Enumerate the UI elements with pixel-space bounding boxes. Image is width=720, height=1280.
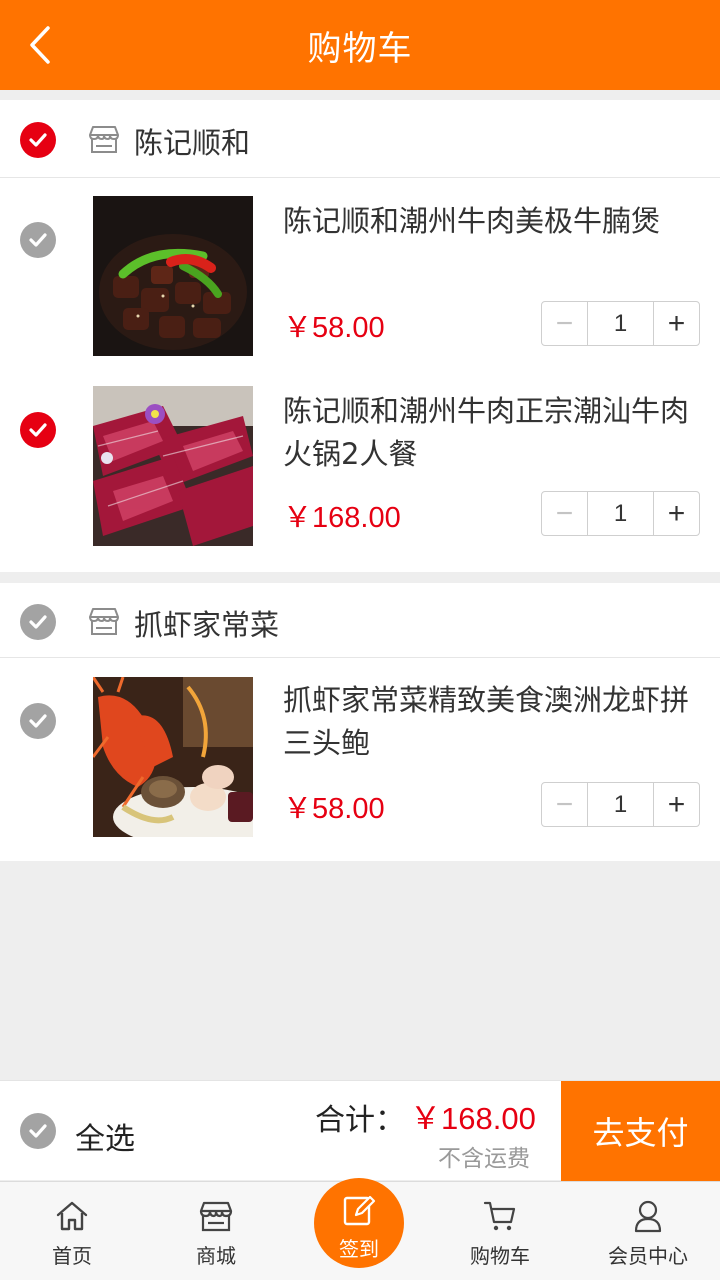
edit-icon [343, 1195, 376, 1226]
product-name[interactable]: 陈记顺和潮州牛肉美极牛腩煲 [283, 200, 693, 243]
item-select-checkbox[interactable] [20, 703, 56, 739]
tab-checkin[interactable]: 签到 [314, 1178, 404, 1268]
product-image-beef-stew[interactable] [93, 196, 253, 356]
check-icon [29, 133, 47, 147]
cart-item: 抓虾家常菜精致美食澳洲龙虾拼三头鲍 ￥58.00 − 1 + [0, 677, 720, 867]
quantity-stepper: − 1 + [541, 491, 700, 536]
user-icon [634, 1200, 662, 1233]
shipping-note: 不含运费 [438, 1146, 530, 1172]
checkout-bar: 全选 合计： ￥168.00 不含运费 去支付 [0, 1080, 720, 1181]
tab-home[interactable]: 首页 [0, 1182, 144, 1280]
quantity-stepper: − 1 + [541, 782, 700, 827]
select-all-checkbox[interactable] [20, 1113, 56, 1149]
shop-name: 陈记顺和 [134, 126, 251, 160]
total-amount: ￥168.00 [410, 1101, 536, 1136]
quantity-value[interactable]: 1 [588, 783, 653, 826]
tab-member[interactable]: 会员中心 [576, 1182, 720, 1280]
increase-button[interactable]: + [653, 783, 699, 826]
bottom-tab-bar: 首页 商城 签到 购物车 会员中心 [0, 1178, 720, 1280]
quantity-stepper: − 1 + [541, 301, 700, 346]
home-icon [56, 1201, 88, 1231]
cart-item: 陈记顺和潮州牛肉美极牛腩煲 ￥58.00 − 1 + [0, 196, 720, 386]
decrease-button[interactable]: − [542, 302, 588, 345]
cart-icon [483, 1201, 516, 1231]
quantity-value[interactable]: 1 [588, 492, 653, 535]
tab-cart[interactable]: 购物车 [428, 1182, 572, 1280]
tab-label: 购物车 [470, 1244, 530, 1268]
product-price: ￥58.00 [283, 793, 385, 825]
check-icon [29, 1124, 47, 1138]
shop-group-chenji: 陈记顺和 陈记顺和潮州牛肉美极牛腩煲 ￥58.00 − 1 + 陈记顺和潮州牛肉… [0, 100, 720, 572]
pay-button[interactable]: 去支付 [561, 1081, 720, 1181]
shop-group-zhuaxia: 抓虾家常菜 抓虾家常菜精致美食澳洲龙虾拼三头鲍 ￥58.00 − 1 + [0, 583, 720, 861]
tab-mall[interactable]: 商城 [144, 1182, 288, 1280]
shop-header: 陈记顺和 [0, 100, 720, 178]
tab-label: 首页 [52, 1244, 92, 1268]
product-name[interactable]: 陈记顺和潮州牛肉正宗潮汕牛肉火锅2人餐 [283, 390, 693, 476]
tab-label: 商城 [196, 1244, 236, 1268]
decrease-button[interactable]: − [542, 492, 588, 535]
quantity-value[interactable]: 1 [588, 302, 653, 345]
total-label: 合计： [315, 1103, 405, 1138]
item-select-checkbox[interactable] [20, 222, 56, 258]
select-all-label[interactable]: 全选 [75, 1114, 135, 1158]
tab-label: 签到 [339, 1237, 379, 1261]
product-image-lobster-abalone[interactable] [93, 677, 253, 837]
tab-label: 会员中心 [608, 1244, 688, 1268]
product-price: ￥58.00 [283, 312, 385, 344]
product-image-hotpot-beef[interactable] [93, 386, 253, 546]
check-icon [29, 714, 47, 728]
shop-name: 抓虾家常菜 [134, 608, 280, 642]
product-name[interactable]: 抓虾家常菜精致美食澳洲龙虾拼三头鲍 [283, 679, 693, 765]
increase-button[interactable]: + [653, 492, 699, 535]
shop-header: 抓虾家常菜 [0, 583, 720, 658]
store-icon [199, 1201, 233, 1232]
cart-item: 陈记顺和潮州牛肉正宗潮汕牛肉火锅2人餐 ￥168.00 − 1 + [0, 386, 720, 576]
decrease-button[interactable]: − [542, 783, 588, 826]
check-icon [29, 423, 47, 437]
shop-select-checkbox[interactable] [20, 122, 56, 158]
store-icon [89, 608, 119, 635]
page-title: 购物车 [307, 28, 413, 69]
check-icon [29, 615, 47, 629]
product-price: ￥168.00 [283, 502, 401, 534]
chevron-left-icon [30, 26, 50, 64]
top-nav-bar: 购物车 [0, 0, 720, 90]
back-button[interactable] [18, 23, 62, 67]
item-select-checkbox[interactable] [20, 412, 56, 448]
store-icon [89, 126, 119, 153]
shop-select-checkbox[interactable] [20, 604, 56, 640]
increase-button[interactable]: + [653, 302, 699, 345]
check-icon [29, 233, 47, 247]
